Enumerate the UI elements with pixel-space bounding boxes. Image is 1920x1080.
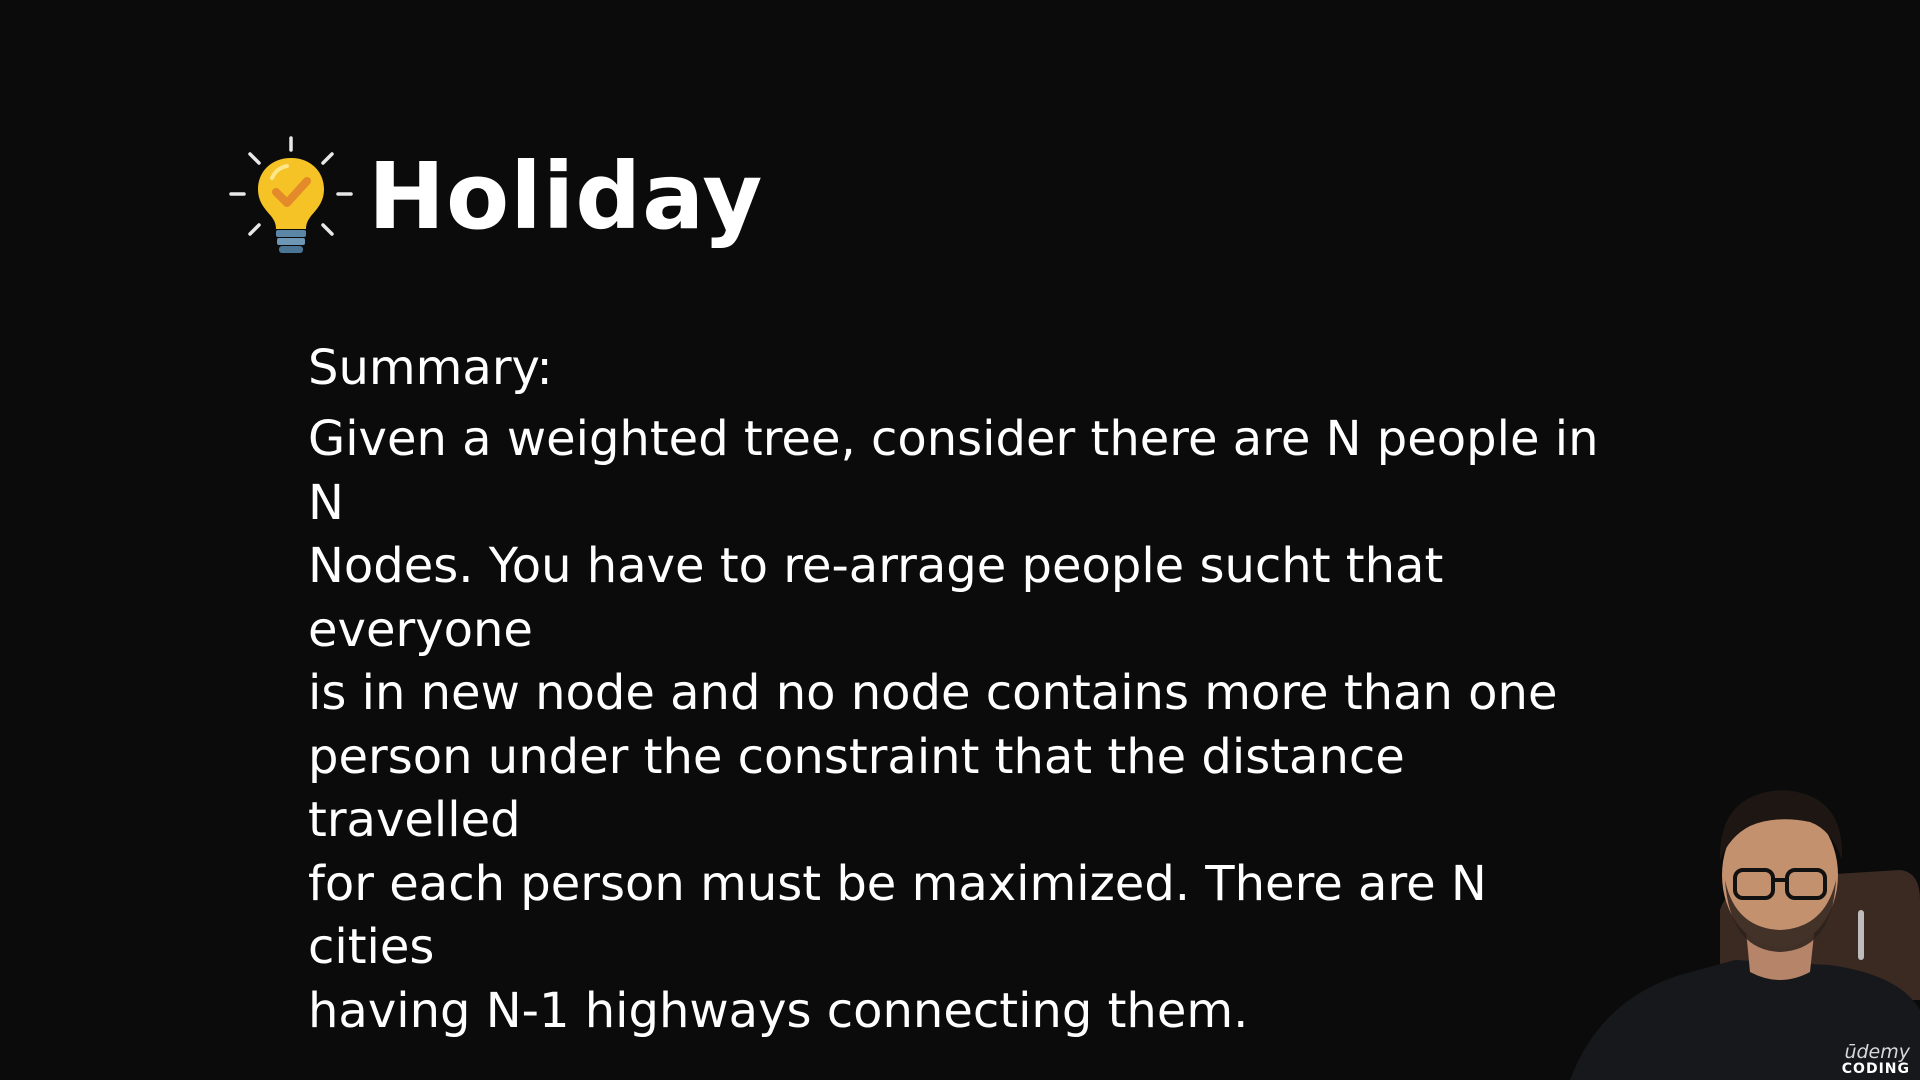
badge-bottom-text: CODING bbox=[1841, 1061, 1910, 1077]
summary-line: person under the constraint that the dis… bbox=[308, 728, 1405, 849]
summary-line: Given a weighted tree, consider there ar… bbox=[308, 411, 1599, 531]
summary-line: having N-1 highways connecting them. bbox=[308, 982, 1249, 1039]
summary-text: Given a weighted tree, consider there ar… bbox=[308, 408, 1608, 1043]
presenter-webcam: ūdemy CODING bbox=[1570, 760, 1920, 1080]
slide: Holiday Summary: Given a weighted tree, … bbox=[0, 0, 1920, 1080]
summary-line: for each person must be maximized. There… bbox=[308, 855, 1487, 976]
summary-line: Nodes. You have to re-arrage people such… bbox=[308, 538, 1444, 658]
lightbulb-check-icon bbox=[229, 136, 353, 253]
summary-line: is in new node and no node contains more… bbox=[308, 665, 1558, 721]
summary-label: Summary: bbox=[308, 340, 553, 396]
udemy-coding-badge: ūdemy CODING bbox=[1841, 1041, 1910, 1077]
badge-top-text: ūdemy bbox=[1844, 1041, 1910, 1063]
slide-title: Holiday bbox=[368, 143, 764, 250]
title-row: Holiday bbox=[226, 132, 763, 262]
presenter-figure bbox=[1570, 790, 1920, 1080]
